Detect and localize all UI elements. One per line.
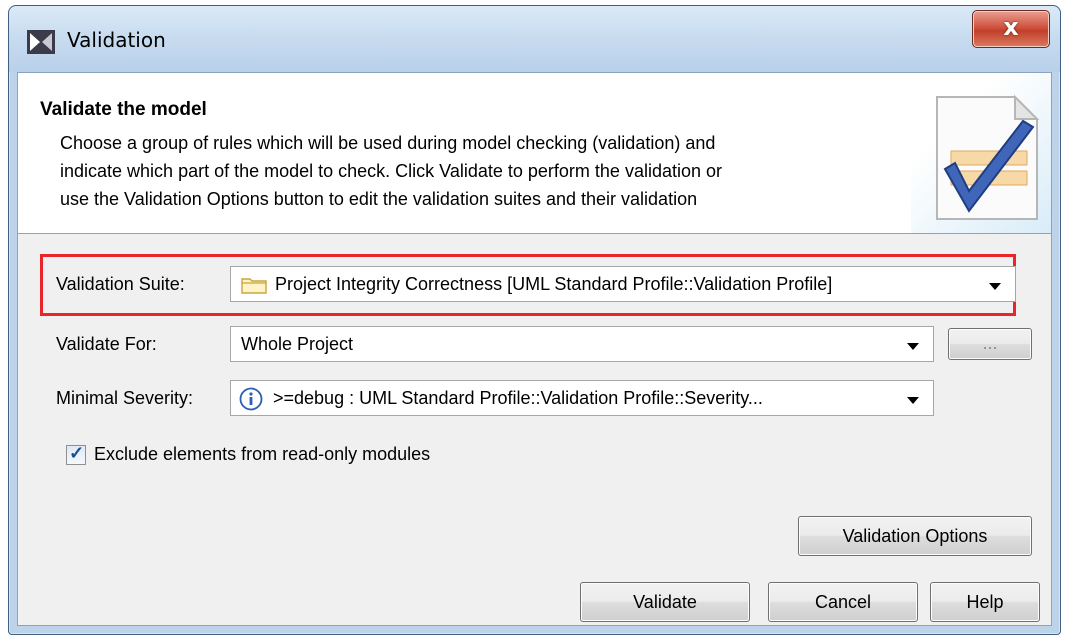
validation-options-button[interactable]: Validation Options [798,516,1032,556]
validation-suite-select[interactable]: Project Integrity Correctness [UML Stand… [230,266,1016,302]
validate-for-value: Whole Project [241,334,354,354]
header-title: Validate the model [40,99,207,120]
validation-check-icon [936,94,1040,220]
validate-for-select[interactable]: Whole Project [230,326,934,362]
browse-elements-button[interactable]: ... [948,328,1032,360]
app-icon [27,30,55,54]
close-button[interactable]: x [972,10,1050,48]
description-line: Choose a group of rules which will be us… [60,133,716,153]
dialog-content: Validate the model Choose a group of rul… [17,72,1052,626]
dialog-header: Validate the model Choose a group of rul… [18,73,1051,234]
info-icon [239,387,263,411]
minimal-severity-select[interactable]: >=debug : UML Standard Profile::Validati… [230,380,934,416]
form-area: Validation Suite: Project Integrity Corr… [18,234,1051,625]
chevron-down-icon[interactable] [981,269,1009,299]
validate-for-label: Validate For: [56,334,157,354]
validation-suite-label: Validation Suite: [56,274,185,294]
validation-dialog: Validation x Validate the model Choose a… [8,5,1061,635]
window-title: Validation [67,28,166,52]
chevron-down-icon[interactable] [899,329,927,359]
exclude-readonly-checkbox[interactable]: ✓ [66,443,86,465]
validate-button[interactable]: Validate [580,582,750,622]
cancel-button[interactable]: Cancel [768,582,918,622]
help-button[interactable]: Help [930,582,1040,622]
close-icon: x [1003,13,1019,41]
header-graphic [911,73,1051,233]
header-description: Choose a group of rules which will be us… [60,129,880,213]
title-bar[interactable]: Validation x [9,6,1060,72]
exclude-readonly-label: Exclude elements from read-only modules [94,444,431,464]
description-line: indicate which part of the model to chec… [60,161,723,181]
minimal-severity-value: >=debug : UML Standard Profile::Validati… [273,388,763,408]
chevron-down-icon[interactable] [899,383,927,413]
folder-icon [241,278,267,294]
validation-suite-value: Project Integrity Correctness [UML Stand… [275,274,833,294]
minimal-severity-label: Minimal Severity: [56,388,194,408]
checkmark-icon: ✓ [69,443,85,463]
description-line: use the Validation Options button to edi… [60,189,698,209]
